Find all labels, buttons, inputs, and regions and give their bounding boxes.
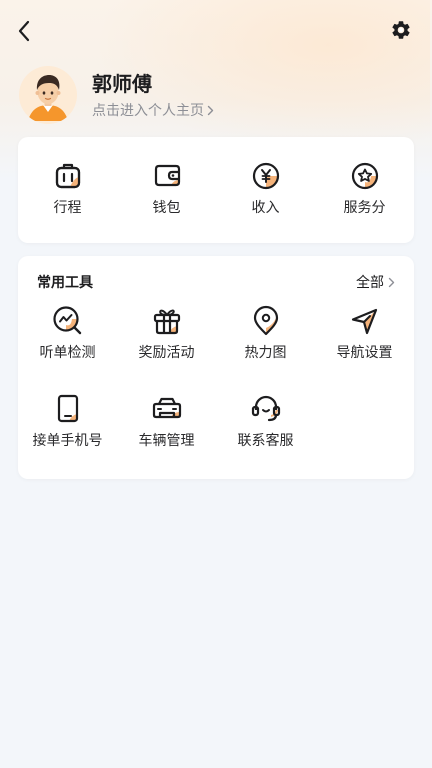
stat-item-trips[interactable]: 行程 [18,159,117,217]
tool-item-customer-service[interactable]: 联系客服 [216,392,315,450]
yuan-coin-icon [249,159,283,193]
map-pin-icon [249,304,283,338]
stat-item-service-score[interactable]: 服务分 [315,159,414,217]
car-icon [150,392,184,426]
tools-all-button[interactable]: 全部 [356,272,395,292]
back-button[interactable] [10,17,38,45]
gear-icon [392,21,410,39]
tool-label: 导航设置 [336,345,393,361]
tool-item-heatmap[interactable]: 热力图 [216,304,315,362]
driver-avatar[interactable] [19,66,77,124]
stat-item-income[interactable]: 收入 [216,159,315,217]
tool-item-rewards[interactable]: 奖励活动 [117,304,216,362]
star-badge-icon [348,159,382,193]
stat-label: 收入 [251,200,280,216]
stat-label: 行程 [53,200,82,216]
tool-item-vehicle-management[interactable]: 车辆管理 [117,392,216,450]
tool-item-order-check[interactable]: 听单检测 [18,304,117,362]
stats-card: 行程 钱包 收入 服务分 [18,137,414,243]
tool-item-order-phone[interactable]: 接单手机号 [18,392,117,450]
tools-title: 常用工具 [37,275,93,291]
tool-item-navigation-settings[interactable]: 导航设置 [315,304,414,362]
tool-label: 接单手机号 [32,433,103,449]
profile-link[interactable]: 点击进入个人主页 [92,102,214,120]
stat-label: 钱包 [152,200,181,216]
profile-link-label: 点击进入个人主页 [92,102,204,119]
profile-entry[interactable]: 郭师傅 点击进入个人主页 [19,66,214,124]
tools-card: 常用工具 全部 听单检测 奖励活动 热力图 导航设置 接单手机号 车辆管理 联系… [18,256,414,479]
order-check-icon [51,304,85,338]
settings-button[interactable] [388,17,414,43]
chevron-right-icon [207,105,214,116]
tool-label: 车辆管理 [138,433,195,449]
tool-label: 听单检测 [39,345,96,361]
tool-label: 奖励活动 [138,345,195,361]
gift-icon [150,304,184,338]
profile-name: 郭师傅 [92,71,152,96]
tools-all-label: 全部 [356,275,384,291]
luggage-icon [51,159,85,193]
stat-label: 服务分 [343,200,386,216]
stat-item-wallet[interactable]: 钱包 [117,159,216,217]
headset-icon [249,392,283,426]
tool-label: 联系客服 [237,433,294,449]
phone-icon [51,392,85,426]
tool-label: 热力图 [244,345,287,361]
navigation-icon [348,304,382,338]
chevron-right-icon [388,277,395,288]
wallet-icon [150,159,184,193]
chevron-left-icon [18,20,30,42]
